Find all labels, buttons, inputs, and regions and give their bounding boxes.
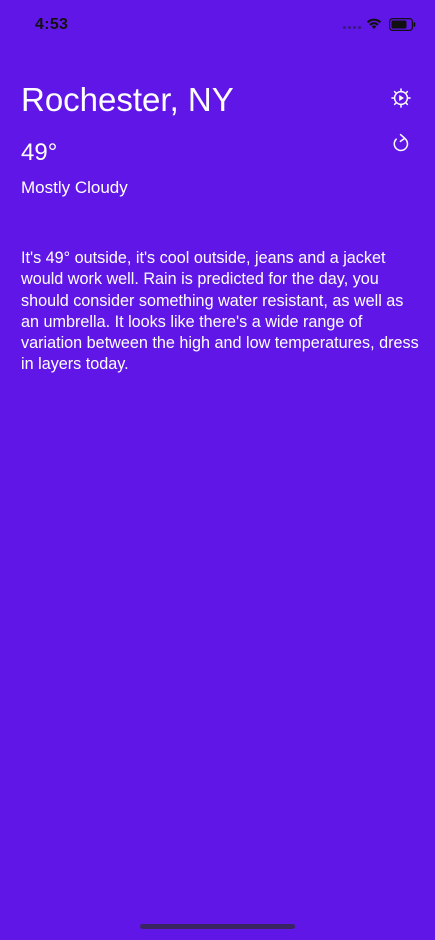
clothing-advice-text: It's 49° outside, it's cool outside, jea… <box>21 249 419 374</box>
refresh-icon <box>393 133 409 152</box>
weather-condition: Mostly Cloudy <box>21 178 128 197</box>
city-name: Rochester, NY <box>21 81 234 118</box>
app-screen: 4:53 Rochester, NY 49° Mostly Cloudy It'… <box>0 0 435 940</box>
home-indicator[interactable] <box>140 924 295 929</box>
battery-icon <box>389 18 416 31</box>
refresh-button[interactable] <box>389 131 413 155</box>
wifi-icon <box>366 18 382 29</box>
current-temperature: 49° <box>21 139 58 166</box>
cellular-dots-icon <box>343 26 361 29</box>
gear-icon <box>391 88 411 108</box>
status-bar: 4:53 <box>0 0 435 50</box>
status-time: 4:53 <box>35 16 69 33</box>
settings-button[interactable] <box>389 86 413 110</box>
